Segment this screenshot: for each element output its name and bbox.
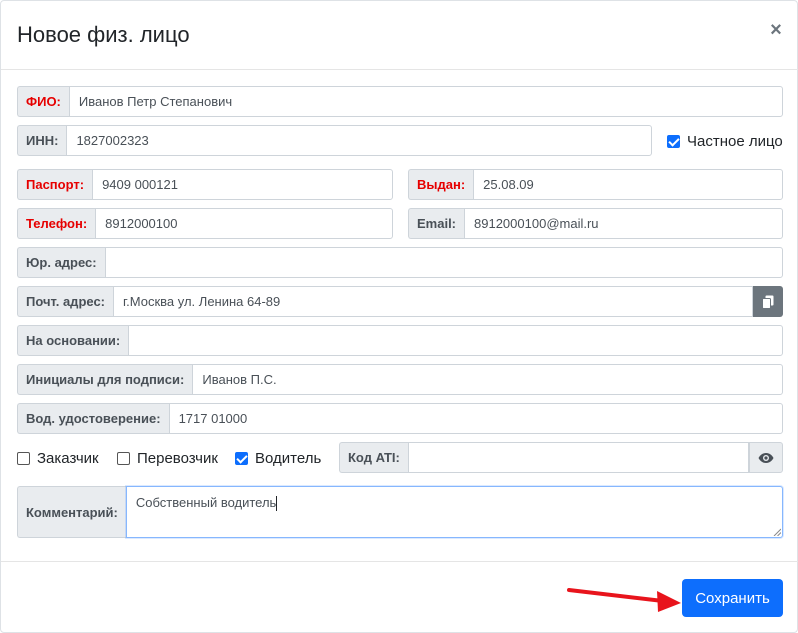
- fio-input[interactable]: Иванов Петр Степанович: [68, 86, 783, 117]
- postal-address-label: Почт. адрес:: [17, 286, 113, 317]
- carrier-label: Перевозчик: [137, 450, 218, 467]
- issued-row: Выдан: 25.08.09: [408, 169, 783, 200]
- driver-checkbox[interactable]: Водитель: [235, 450, 321, 467]
- comment-row: Комментарий: Собственный водитель: [17, 486, 783, 538]
- customer-label: Заказчик: [37, 450, 99, 467]
- carrier-checkbox[interactable]: Перевозчик: [117, 450, 218, 467]
- signature-initials-label: Инициалы для подписи:: [17, 364, 193, 395]
- email-label: Email:: [408, 208, 465, 239]
- passport-row: Паспорт: 9409 000121: [17, 169, 393, 200]
- resize-grip-icon[interactable]: [773, 528, 781, 536]
- driver-license-input[interactable]: 1717 01000: [168, 403, 783, 434]
- driver-license-label: Вод. удостоверение:: [17, 403, 169, 434]
- passport-input[interactable]: 9409 000121: [92, 169, 393, 200]
- carrier-check-icon[interactable]: [117, 452, 130, 465]
- inn-label: ИНН:: [17, 125, 67, 156]
- driver-label: Водитель: [255, 450, 322, 467]
- annotation-arrow-icon: [567, 588, 681, 612]
- phone-label: Телефон:: [17, 208, 96, 239]
- eye-icon: [758, 452, 774, 463]
- driver-license-row: Вод. удостоверение: 1717 01000: [17, 403, 783, 434]
- copy-address-button[interactable]: [753, 286, 783, 317]
- toggle-visibility-button[interactable]: [749, 442, 783, 473]
- issued-label: Выдан:: [408, 169, 474, 200]
- private-person-label: Частное лицо: [687, 133, 783, 150]
- inn-input[interactable]: 1827002323: [66, 125, 652, 156]
- email-row: Email: 8912000100@mail.ru: [408, 208, 783, 239]
- ati-code-row: Код ATI:: [339, 442, 783, 473]
- ati-code-label: Код ATI:: [339, 442, 408, 473]
- legal-address-input[interactable]: [104, 247, 783, 278]
- postal-address-input[interactable]: г.Москва ул. Ленина 64-89: [113, 286, 753, 317]
- phone-input[interactable]: 8912000100: [95, 208, 393, 239]
- comment-label: Комментарий:: [17, 486, 126, 538]
- basis-label: На основании:: [17, 325, 129, 356]
- signature-initials-row: Инициалы для подписи: Иванов П.С.: [17, 364, 783, 395]
- inn-row: ИНН: 1827002323: [17, 125, 652, 156]
- save-button[interactable]: Сохранить: [682, 579, 783, 617]
- comment-textarea[interactable]: Собственный водитель: [125, 486, 783, 538]
- phone-row: Телефон: 8912000100: [17, 208, 393, 239]
- text-cursor: [276, 496, 278, 512]
- passport-label: Паспорт:: [17, 169, 93, 200]
- customer-check-icon[interactable]: [17, 452, 30, 465]
- basis-input[interactable]: [128, 325, 783, 356]
- issued-input[interactable]: 25.08.09: [473, 169, 783, 200]
- basis-row: На основании:: [17, 325, 783, 356]
- private-person-check-icon[interactable]: [667, 135, 680, 148]
- postal-address-row: Почт. адрес: г.Москва ул. Ленина 64-89: [17, 286, 783, 317]
- private-person-checkbox[interactable]: Частное лицо: [667, 133, 783, 150]
- fio-row: ФИО: Иванов Петр Степанович: [17, 86, 783, 117]
- close-button[interactable]: ×: [763, 17, 789, 43]
- new-person-modal: Новое физ. лицо × ФИО: Иванов Петр Степа…: [0, 0, 798, 633]
- email-input[interactable]: 8912000100@mail.ru: [464, 208, 783, 239]
- modal-header: Новое физ. лицо ×: [1, 1, 798, 70]
- legal-address-row: Юр. адрес:: [17, 247, 783, 278]
- legal-address-label: Юр. адрес:: [17, 247, 105, 278]
- copy-icon: [762, 295, 774, 309]
- fio-label: ФИО:: [17, 86, 69, 117]
- customer-checkbox[interactable]: Заказчик: [17, 450, 99, 467]
- signature-initials-input[interactable]: Иванов П.С.: [192, 364, 783, 395]
- comment-text: Собственный водитель: [135, 495, 277, 510]
- modal-title: Новое физ. лицо: [17, 22, 190, 47]
- ati-code-input[interactable]: [407, 442, 749, 473]
- driver-check-icon[interactable]: [235, 452, 248, 465]
